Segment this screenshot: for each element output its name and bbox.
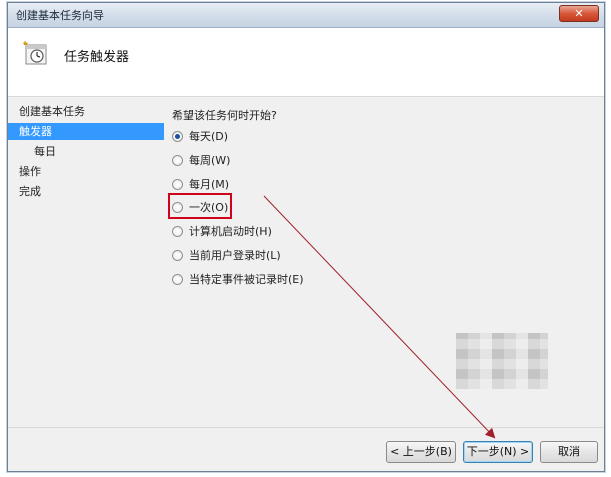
option-daily-label: 每天(D) <box>189 130 229 143</box>
wizard-window: 创建基本任务向导 ✕ 任务触发器 创建基本任务 触发器 每日 操作 完成 希望该… <box>7 2 605 472</box>
wizard-steps-sidebar: 创建基本任务 触发器 每日 操作 完成 <box>8 97 166 427</box>
sidebar-item-action[interactable]: 操作 <box>8 163 164 180</box>
sidebar-item-create-basic-task[interactable]: 创建基本任务 <box>8 103 164 120</box>
option-weekly-label: 每周(W) <box>189 154 231 167</box>
window-title: 创建基本任务向导 <box>16 9 104 22</box>
option-at-logon[interactable]: 当前用户登录时(L) <box>172 248 281 264</box>
title-bar: 创建基本任务向导 ✕ <box>8 3 604 28</box>
once-option-highlight-box <box>168 193 232 219</box>
close-icon: ✕ <box>574 7 584 20</box>
radio-weekly[interactable] <box>172 154 183 166</box>
option-on-event-label: 当特定事件被记录时(E) <box>189 273 304 286</box>
blurred-watermark-overlay <box>456 333 548 389</box>
wizard-header: 任务触发器 <box>8 28 604 97</box>
radio-on-event[interactable] <box>172 273 183 285</box>
option-at-logon-label: 当前用户登录时(L) <box>189 249 281 262</box>
option-at-startup[interactable]: 计算机启动时(H) <box>172 224 272 240</box>
option-daily[interactable]: 每天(D) <box>172 129 228 145</box>
sidebar-item-finish[interactable]: 完成 <box>8 183 164 200</box>
option-monthly-label: 每月(M) <box>189 178 230 191</box>
option-monthly[interactable]: 每月(M) <box>172 177 229 193</box>
radio-daily[interactable] <box>172 130 183 142</box>
radio-at-startup[interactable] <box>172 225 183 237</box>
next-button[interactable]: 下一步(N) > <box>463 441 533 463</box>
sidebar-item-trigger[interactable]: 触发器 <box>8 123 164 140</box>
option-on-event[interactable]: 当特定事件被记录时(E) <box>172 272 304 288</box>
cancel-button[interactable]: 取消 <box>540 441 598 463</box>
option-at-startup-label: 计算机启动时(H) <box>189 225 272 238</box>
radio-at-logon[interactable] <box>172 249 183 261</box>
radio-monthly[interactable] <box>172 178 183 190</box>
wizard-footer: < 上一步(B) 下一步(N) > 取消 <box>8 427 604 472</box>
trigger-options-panel: 希望该任务何时开始? 每天(D) 每周(W) 每月(M) 一次(O) 计算机启动… <box>168 97 598 427</box>
sidebar-item-daily[interactable]: 每日 <box>8 143 164 160</box>
calendar-clock-icon <box>22 40 47 65</box>
page-title: 任务触发器 <box>64 50 130 65</box>
back-button[interactable]: < 上一步(B) <box>386 441 456 463</box>
option-weekly[interactable]: 每周(W) <box>172 153 230 169</box>
trigger-question: 希望该任务何时开始? <box>172 109 277 122</box>
close-button[interactable]: ✕ <box>559 5 599 22</box>
